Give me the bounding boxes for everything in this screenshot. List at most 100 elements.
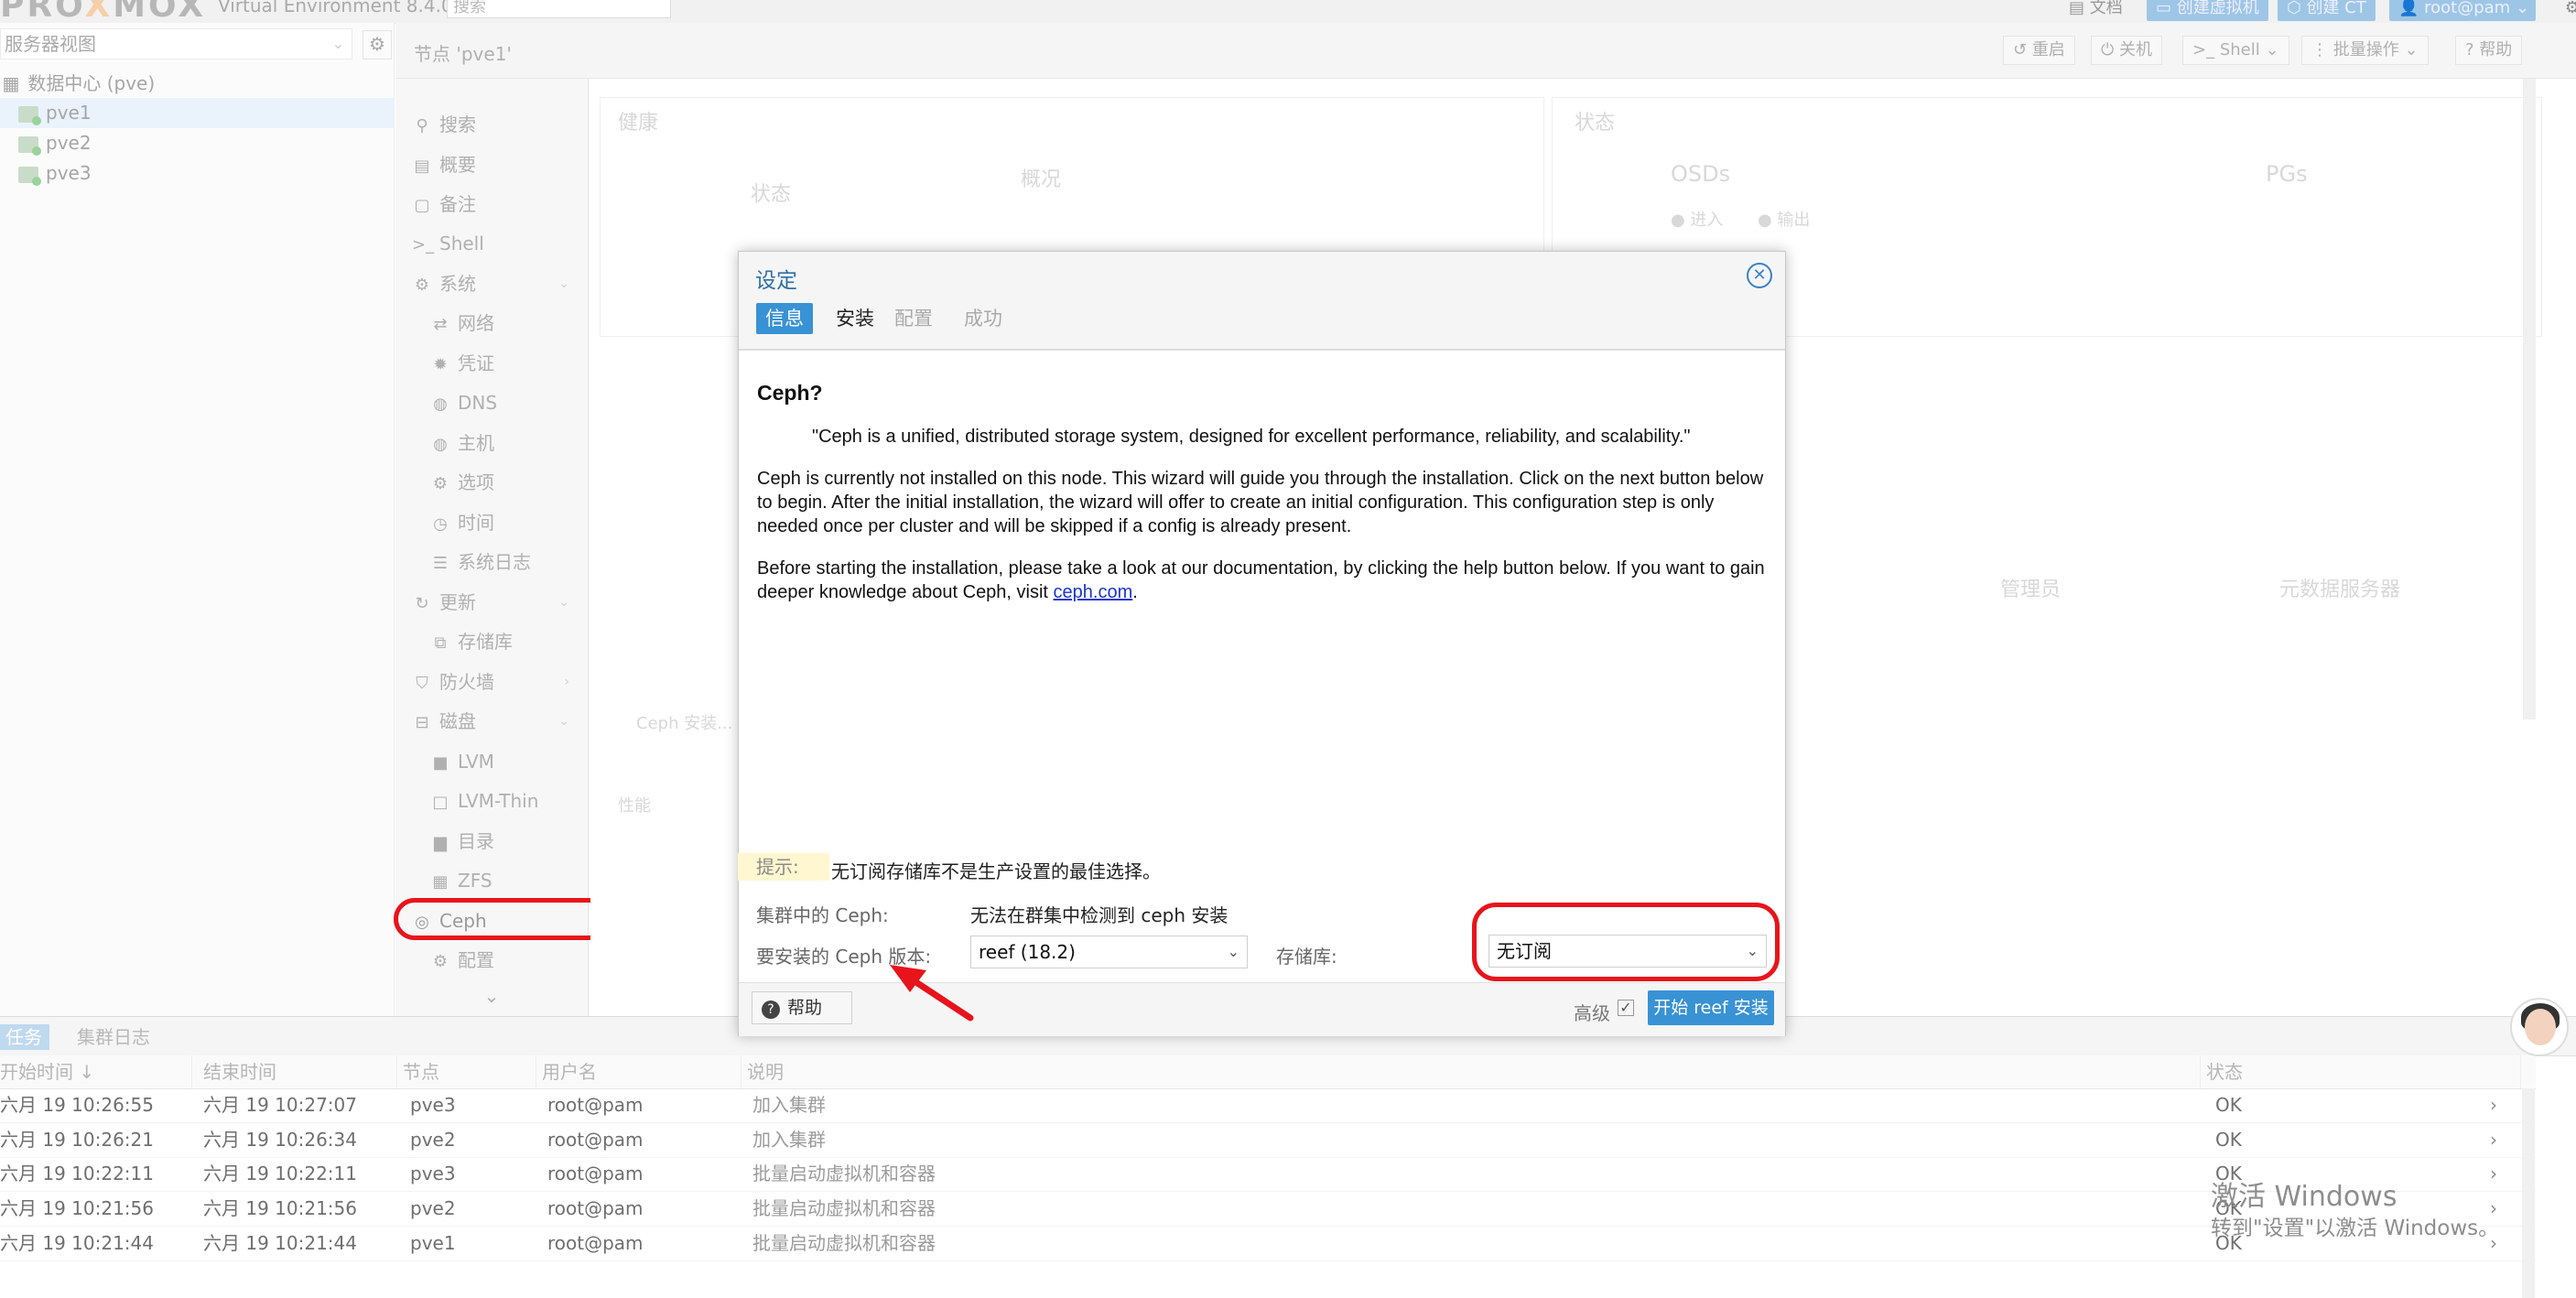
row-start: 六月 19 10:22:11 bbox=[0, 1163, 154, 1184]
menu-item-system[interactable]: ⚙ 系统 ⌄ bbox=[395, 265, 588, 302]
bulk-actions-button[interactable]: ⋮ 批量操作 ⌄ bbox=[2301, 36, 2429, 65]
dialog-body: Ceph? "Ceph is a unified, distributed st… bbox=[739, 350, 1785, 981]
task-scrollbar[interactable] bbox=[2522, 1088, 2535, 1298]
tab-install[interactable]: 安装 bbox=[827, 303, 883, 334]
wizard-tabs: 信息 安装 配置 成功 bbox=[739, 303, 1785, 351]
table-row[interactable]: 六月 19 10:26:55 六月 19 10:27:07 pve3 root@… bbox=[0, 1088, 2536, 1123]
shell-button[interactable]: >_ Shell ⌄ bbox=[2182, 36, 2289, 65]
menu-item-network[interactable]: ⇄ 网络 bbox=[395, 305, 588, 341]
tree-node-pve3[interactable]: pve3 bbox=[0, 158, 394, 189]
node-online-icon bbox=[18, 166, 41, 186]
chevron-right-icon: › bbox=[564, 675, 569, 689]
osds-label: OSDs bbox=[1671, 161, 1731, 187]
user-menu-button[interactable]: 👤 root@pam ⌄ bbox=[2389, 0, 2536, 21]
tab-info[interactable]: 信息 bbox=[756, 303, 813, 334]
menu-item-repositories[interactable]: ⧉ 存储库 bbox=[395, 623, 588, 660]
folder-icon: ▆ bbox=[434, 833, 447, 852]
menu-item-lvm[interactable]: ■ LVM bbox=[395, 743, 588, 780]
menu-item-updates[interactable]: ↻ 更新 ⌄ bbox=[395, 584, 588, 621]
menu-item-disks[interactable]: ⊟ 磁盘 ⌄ bbox=[395, 703, 588, 740]
node-menu: ⚲ 搜索 ▤ 概要 ▢ 备注 >_ Shell ⚙ 系统 ⌄ ⇄ 网络 ✹ 凭证 ◍ DNS ◍ 主… bbox=[395, 79, 589, 1016]
menu-item-ceph[interactable]: ◎ Ceph bbox=[395, 903, 588, 939]
table-row[interactable]: 六月 19 10:26:21 六月 19 10:26:34 pve2 root@… bbox=[0, 1123, 2536, 1158]
ceph-version-select[interactable]: reef (18.2) ⌄ bbox=[970, 936, 1248, 968]
task-table-header: 开始时间 ↓ 结束时间 节点 用户名 说明 状态 bbox=[0, 1055, 2536, 1089]
advanced-checkbox[interactable]: ✓ bbox=[1618, 1000, 1634, 1016]
menu-item-firewall[interactable]: ⛉ 防火墙 › bbox=[395, 664, 588, 700]
col-description[interactable]: 说明 bbox=[741, 1055, 2201, 1088]
menu-item-directory[interactable]: ▆ 目录 bbox=[395, 823, 588, 860]
chevron-right-icon[interactable]: › bbox=[2490, 1123, 2497, 1157]
tree-node-pve2[interactable]: pve2 bbox=[0, 128, 394, 158]
managers-label: 管理员 bbox=[2000, 579, 2062, 601]
col-node[interactable]: 节点 bbox=[397, 1055, 536, 1088]
summary-label: 概况 bbox=[1021, 168, 1062, 191]
menu-item-ceph-config[interactable]: ⚙ 配置 bbox=[395, 942, 588, 979]
menu-item-certificates[interactable]: ✹ 凭证 bbox=[395, 345, 588, 382]
col-user[interactable]: 用户名 bbox=[536, 1055, 741, 1088]
menu-item-search[interactable]: ⚲ 搜索 bbox=[395, 106, 588, 143]
table-row[interactable]: 六月 19 10:21:56 六月 19 10:21:56 pve2 root@… bbox=[0, 1192, 2536, 1227]
menu-item-time[interactable]: ◷ 时间 bbox=[395, 504, 588, 541]
row-start: 六月 19 10:21:56 bbox=[0, 1197, 154, 1219]
menu-item-shell[interactable]: >_ Shell bbox=[395, 225, 588, 262]
assistant-avatar[interactable] bbox=[2510, 998, 2569, 1056]
ceph-setup-dialog: 设定 ✕ 信息 安装 配置 成功 Ceph? "Ceph is a unifie… bbox=[738, 251, 1786, 1036]
table-row[interactable]: 六月 19 10:21:44 六月 19 10:21:44 pve1 root@… bbox=[0, 1227, 2536, 1261]
content-scrollbar[interactable] bbox=[2523, 79, 2536, 719]
row-user: root@pam bbox=[547, 1163, 644, 1184]
tree-gear-icon[interactable]: ⚙ bbox=[363, 30, 392, 59]
col-status[interactable]: 状态 bbox=[2201, 1055, 2521, 1088]
globe-icon: ◍ bbox=[433, 395, 448, 414]
chevron-right-icon[interactable]: › bbox=[2490, 1157, 2497, 1191]
table-row[interactable]: 六月 19 10:22:11 六月 19 10:22:11 pve3 root@… bbox=[0, 1157, 2536, 1192]
close-icon[interactable]: ✕ bbox=[1747, 263, 1772, 288]
chevron-right-icon[interactable]: › bbox=[2490, 1088, 2497, 1122]
create-ct-button[interactable]: ⬡ 创建 CT bbox=[2278, 0, 2376, 21]
tab-cluster-log[interactable]: 集群日志 bbox=[70, 1024, 157, 1050]
docs-button[interactable]: ▤ 文档 bbox=[2060, 0, 2132, 21]
menu-item-lvm-thin[interactable]: □ LVM-Thin bbox=[395, 783, 588, 819]
info-paragraph-2: Before starting the installation, please… bbox=[757, 557, 1769, 604]
ceph-com-link[interactable]: ceph.com bbox=[1054, 582, 1133, 602]
row-status: OK bbox=[2215, 1129, 2242, 1151]
row-end: 六月 19 10:21:44 bbox=[203, 1232, 357, 1254]
tree-datacenter[interactable]: ▦ 数据中心 (pve) bbox=[0, 69, 394, 99]
help-button[interactable]: ? 帮助 bbox=[752, 991, 852, 1024]
menu-item-zfs[interactable]: ▦ ZFS bbox=[395, 862, 588, 899]
gear-icon[interactable]: ⚙ bbox=[2565, 0, 2576, 17]
col-start-time[interactable]: 开始时间 ↓ bbox=[0, 1055, 192, 1088]
create-vm-button[interactable]: ▭ 创建虚拟机 bbox=[2147, 0, 2268, 21]
grid-icon: ▦ bbox=[432, 872, 449, 892]
tab-tasks[interactable]: 任务 bbox=[0, 1024, 49, 1050]
menu-item-options[interactable]: ⚙ 选项 bbox=[395, 464, 588, 501]
menu-item-hosts[interactable]: ◍ 主机 bbox=[395, 425, 588, 461]
shutdown-button[interactable]: ⏻ 关机 bbox=[2091, 36, 2162, 65]
col-end-time[interactable]: 结束时间 bbox=[198, 1055, 397, 1088]
repository-select[interactable]: 无订阅 ⌄ bbox=[1488, 935, 1767, 968]
help-button[interactable]: ? 帮助 bbox=[2455, 36, 2523, 65]
row-node: pve3 bbox=[410, 1163, 456, 1184]
row-desc: 批量启动虚拟机和容器 bbox=[752, 1232, 936, 1254]
global-search-input[interactable]: 搜索 bbox=[447, 0, 671, 18]
network-icon: ⇄ bbox=[433, 315, 448, 334]
view-select[interactable]: 服务器视图 ⌄ bbox=[0, 28, 352, 59]
tab-config[interactable]: 配置 bbox=[885, 303, 942, 334]
scroll-down-icon[interactable]: ⌄ bbox=[395, 978, 588, 1014]
menu-item-dns[interactable]: ◍ DNS bbox=[395, 384, 588, 421]
help-icon: ? bbox=[762, 1001, 780, 1019]
menu-item-syslog[interactable]: ☰ 系统日志 bbox=[395, 544, 588, 580]
start-install-button[interactable]: 开始 reef 安装 bbox=[1648, 990, 1774, 1025]
list-icon: ☰ bbox=[432, 554, 449, 573]
tab-success[interactable]: 成功 bbox=[955, 303, 1012, 334]
row-end: 六月 19 10:26:34 bbox=[203, 1129, 357, 1151]
ceph-status-note: Ceph 安装... bbox=[636, 714, 733, 733]
menu-item-notes[interactable]: ▢ 备注 bbox=[395, 186, 588, 222]
reboot-button[interactable]: ↺ 重启 bbox=[2003, 36, 2075, 65]
menu-item-summary[interactable]: ▤ 概要 bbox=[395, 146, 588, 183]
hint-label: 提示: bbox=[738, 853, 829, 881]
ceph-icon: ◎ bbox=[415, 913, 429, 932]
tree-node-pve1[interactable]: pve1 bbox=[0, 98, 394, 128]
dialog-title: 设定 bbox=[755, 269, 797, 293]
state-label: 状态 bbox=[751, 183, 792, 206]
